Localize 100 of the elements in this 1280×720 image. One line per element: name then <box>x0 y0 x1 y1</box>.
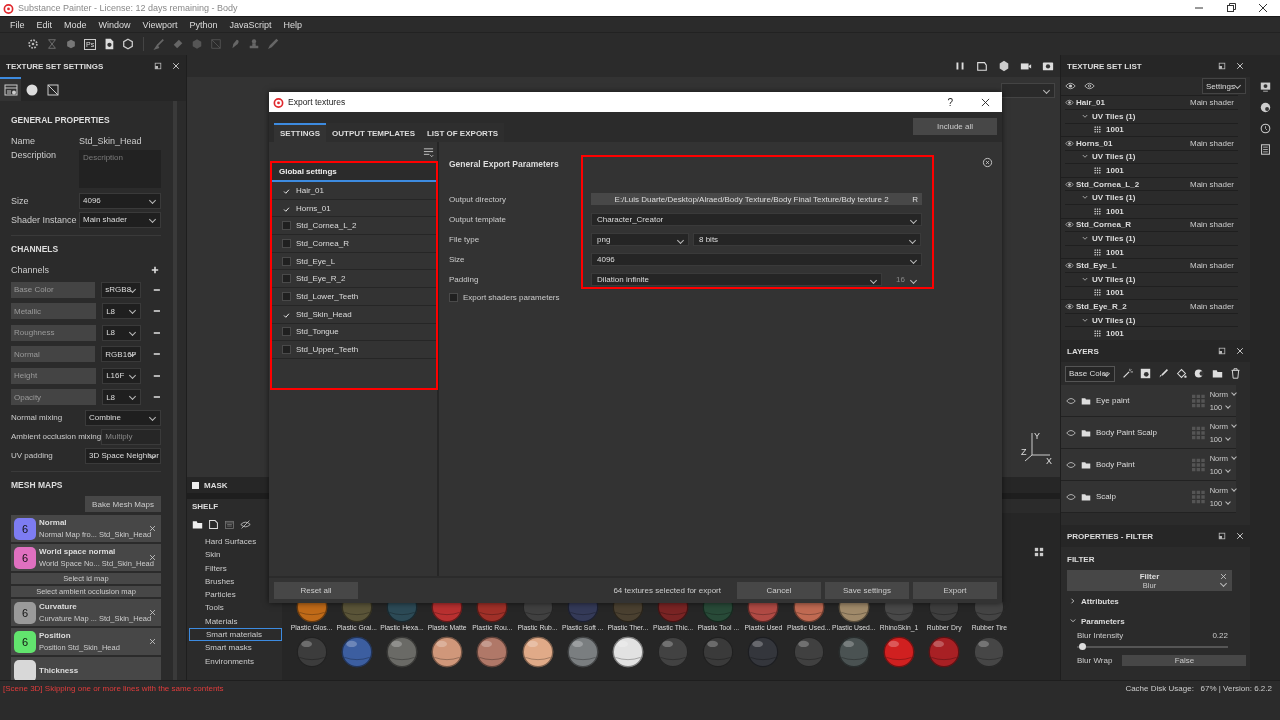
folder-icon[interactable] <box>192 518 203 530</box>
effect-icon[interactable] <box>1194 368 1205 379</box>
eye-icon[interactable] <box>1084 82 1095 91</box>
hexagon-icon[interactable] <box>122 38 135 50</box>
shader-icon[interactable] <box>1259 102 1271 113</box>
slider-thumb[interactable] <box>1078 643 1086 650</box>
dialog-button[interactable]: Cancel <box>737 582 821 599</box>
eye-icon[interactable] <box>1065 303 1074 310</box>
size-dropdown[interactable]: 4096 <box>79 192 161 209</box>
mask-checkbox[interactable] <box>192 481 199 489</box>
settings-dropdown[interactable]: Settings <box>1202 78 1246 95</box>
texture-set-name[interactable]: Std_Eye_L <box>1076 261 1117 271</box>
toggle-button[interactable]: False <box>1122 655 1247 666</box>
texture-set-name[interactable]: Std_Cornea_R <box>296 238 349 248</box>
folder-icon[interactable] <box>1212 368 1223 379</box>
screenshot-icon[interactable] <box>1042 60 1054 72</box>
brush-icon[interactable] <box>1158 368 1169 379</box>
reset-icon[interactable] <box>982 157 993 168</box>
tile-number[interactable]: 1001 <box>1106 206 1124 216</box>
checkbox[interactable] <box>282 291 291 301</box>
shelf-category[interactable]: Tools <box>189 601 282 615</box>
chevron-down-icon[interactable] <box>1082 113 1088 119</box>
camera-icon[interactable] <box>1020 60 1032 72</box>
menu-item[interactable]: Help <box>277 19 308 30</box>
tile-number[interactable]: 1001 <box>1106 288 1124 298</box>
settings-tab[interactable] <box>0 77 21 101</box>
gear-icon[interactable] <box>27 38 39 50</box>
eye-icon[interactable] <box>1065 82 1076 91</box>
mixing-dropdown[interactable]: Combine <box>85 409 161 426</box>
texture-set-name[interactable]: Std_Skin_Head <box>296 309 352 319</box>
format-dropdown[interactable]: L16F <box>102 367 142 384</box>
group-toggle[interactable]: Parameters <box>1061 611 1250 631</box>
cube-icon[interactable] <box>998 60 1010 72</box>
menu-item[interactable]: Window <box>92 19 137 30</box>
menu-item[interactable]: File <box>4 19 31 30</box>
dialog-tab[interactable]: SETTINGS <box>274 123 326 142</box>
calendar-icon[interactable] <box>224 518 235 530</box>
texture-set-name[interactable]: Horns_01 <box>1076 138 1113 148</box>
include-all-button[interactable]: Include all <box>913 118 997 135</box>
format-dropdown[interactable]: L8 <box>102 324 142 341</box>
chevron-down-icon[interactable] <box>1082 195 1088 201</box>
history-icon[interactable] <box>1259 123 1271 134</box>
tile-number[interactable]: 1001 <box>1106 247 1124 257</box>
padding-dropdown[interactable]: Dilation infinite <box>591 272 882 286</box>
eye-icon[interactable] <box>1066 428 1076 437</box>
help-button[interactable]: ? <box>947 96 953 108</box>
tile-number[interactable]: 1001 <box>1106 166 1124 176</box>
shader-dropdown[interactable]: Main shader <box>79 211 161 228</box>
eye-icon[interactable] <box>1065 139 1074 147</box>
undock-icon[interactable] <box>154 62 162 70</box>
bucket-icon[interactable] <box>1176 368 1187 379</box>
shelf-category[interactable]: Smart masks <box>189 641 282 655</box>
eye-icon[interactable] <box>1065 180 1074 188</box>
chevron-down-icon[interactable] <box>1082 317 1088 323</box>
group-toggle[interactable]: Attributes <box>1061 591 1250 611</box>
undock-icon[interactable] <box>1218 532 1226 540</box>
hourglass-icon[interactable] <box>46 38 58 50</box>
new-page-icon[interactable] <box>208 518 219 530</box>
tile-number[interactable]: 1001 <box>1106 125 1124 135</box>
channel-dropdown[interactable]: Base Color <box>1065 365 1115 382</box>
remove-icon[interactable] <box>153 330 161 335</box>
menu-item[interactable]: Viewport <box>136 19 184 30</box>
eye-icon[interactable] <box>1066 460 1076 469</box>
chevron-down-icon[interactable] <box>1082 236 1088 242</box>
grid-view-icon[interactable] <box>1034 547 1044 557</box>
chevron-down-icon[interactable] <box>1082 154 1088 160</box>
log-icon[interactable] <box>1259 144 1271 155</box>
parameter-dropdown[interactable]: 4096 <box>591 252 922 266</box>
undock-icon[interactable] <box>1218 62 1226 70</box>
menu-item[interactable]: Mode <box>58 19 93 30</box>
menu-item[interactable]: Python <box>183 19 224 30</box>
eyedropper-icon[interactable] <box>267 38 280 50</box>
checkbox[interactable] <box>282 345 291 355</box>
remove-icon[interactable] <box>153 287 161 292</box>
tile-number[interactable]: 1001 <box>1106 329 1124 339</box>
texture-set-name[interactable]: Std_Eye_L <box>296 256 336 266</box>
restore-icon[interactable] <box>1226 3 1236 13</box>
global-settings-item[interactable]: Global settings <box>272 163 436 182</box>
eye-icon[interactable] <box>1065 221 1074 229</box>
remove-icon[interactable] <box>153 309 161 314</box>
checkbox[interactable] <box>282 221 291 231</box>
viewport-mode-dropdown[interactable] <box>1001 83 1055 98</box>
checkbox[interactable] <box>282 327 291 337</box>
texture-set-name[interactable]: Std_Eye_R_2 <box>1076 302 1127 311</box>
bit-depth-dropdown[interactable]: 8 bits <box>693 232 921 246</box>
shelf-category[interactable]: Smart materials <box>189 628 282 642</box>
pause-icon[interactable] <box>954 60 966 72</box>
add-icon[interactable] <box>151 265 159 274</box>
mixing-dropdown[interactable]: 3D Space Neighbor <box>85 447 161 464</box>
close-icon[interactable] <box>981 97 990 107</box>
texture-set-name[interactable]: Std_Cornea_L_2 <box>296 221 357 231</box>
magic-wand-icon[interactable] <box>1122 368 1133 379</box>
texture-set-name[interactable]: Std_Upper_Teeth <box>296 345 359 355</box>
format-dropdown[interactable]: L8 <box>102 303 142 320</box>
eye-icon[interactable] <box>1065 99 1074 107</box>
remove-icon[interactable] <box>153 373 161 378</box>
menu-item[interactable]: JavaScript <box>223 19 278 30</box>
eye-icon[interactable] <box>1066 492 1076 501</box>
format-dropdown[interactable]: sRGB8 <box>101 281 142 298</box>
checkbox[interactable] <box>282 238 291 248</box>
